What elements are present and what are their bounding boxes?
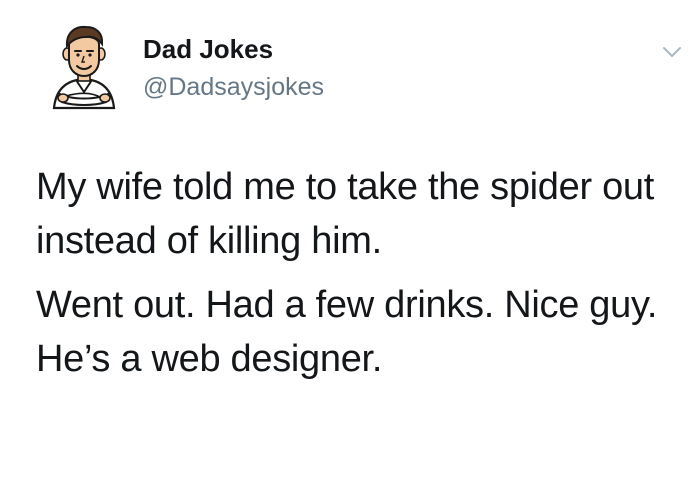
tweet-card: Dad Jokes @Dadsaysjokes My wife told me … [0, 0, 700, 477]
tweet-menu-button[interactable] [658, 38, 686, 66]
dad-cartoon-avatar-icon [52, 25, 116, 110]
tweet-text-line: My wife told me to take the spider out [36, 166, 655, 208]
author-display-name[interactable]: Dad Jokes [143, 33, 273, 65]
avatar[interactable] [40, 22, 128, 110]
author-handle[interactable]: @Dadsaysjokes [143, 72, 324, 102]
chevron-down-icon [663, 47, 681, 57]
tweet-text-line: He’s a web designer. [36, 338, 383, 380]
tweet-text-line: Went out. Had a few drinks. Nice guy. [36, 284, 658, 326]
tweet-text: My wife told me to take the spider out i… [36, 160, 686, 386]
tweet-text-line: instead of killing him. [36, 220, 382, 262]
